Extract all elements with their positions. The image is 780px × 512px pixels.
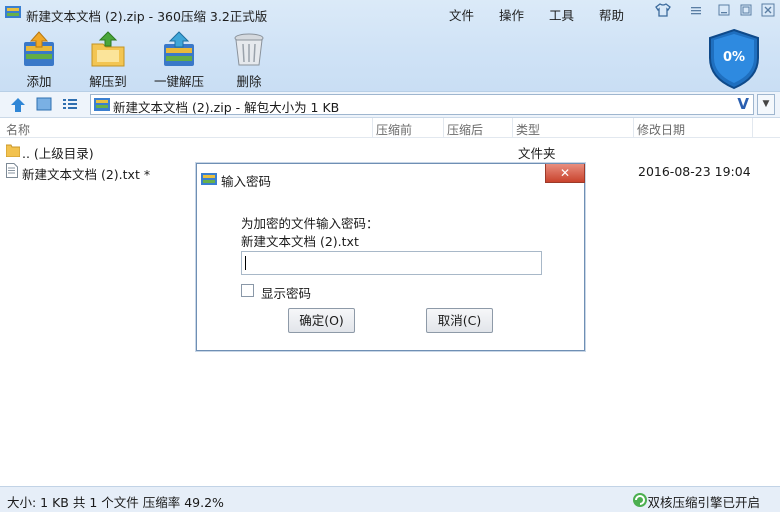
skin-shirt-icon[interactable] xyxy=(653,3,673,19)
up-arrow-icon[interactable] xyxy=(9,96,27,114)
address-field[interactable]: 新建文本文档 (2).zip - 解包大小为 1 KB V xyxy=(90,94,754,115)
menu-help[interactable]: 帮助 xyxy=(599,5,624,24)
zip-file-icon xyxy=(94,98,110,111)
menu-operate[interactable]: 操作 xyxy=(499,5,524,24)
extract-to-label: 解压到 xyxy=(89,74,127,89)
col-after-size[interactable]: 压缩后 xyxy=(447,121,483,138)
list-item[interactable]: .. (上级目录) 文件夹 xyxy=(0,140,780,161)
engine-status-text: 双核压缩引擎已开启 xyxy=(647,495,760,510)
text-caret xyxy=(245,256,246,270)
add-button-label: 添加 xyxy=(26,74,52,89)
title-toolbar-area: 新建文本文档 (2).zip - 360压缩 3.2正式版 文件 操作 工具 帮… xyxy=(0,0,780,92)
menu-file[interactable]: 文件 xyxy=(449,5,474,24)
one-click-extract-button[interactable]: 一键解压 xyxy=(144,30,214,90)
file-name: 新建文本文档 (2).txt * xyxy=(22,167,151,182)
dialog-titlebar[interactable]: 输入密码 ✕ xyxy=(197,164,585,192)
shield-percent: 0% xyxy=(722,50,746,65)
menu-dropdown-icon[interactable] xyxy=(686,3,706,19)
address-dropdown-button[interactable]: ▼ xyxy=(757,94,775,115)
col-type[interactable]: 类型 xyxy=(516,121,540,138)
delete-label: 删除 xyxy=(236,74,262,89)
extract-folder-icon xyxy=(89,30,127,68)
one-click-extract-icon xyxy=(160,30,198,68)
add-button[interactable]: 添加 xyxy=(4,30,74,90)
password-dialog: 输入密码 ✕ 为加密的文件输入密码： 新建文本文档 (2).txt 显示密码 确… xyxy=(196,163,585,351)
file-date: 2016-08-23 19:04 xyxy=(638,164,751,179)
large-icons-view-icon[interactable] xyxy=(36,97,52,112)
menu-tools[interactable]: 工具 xyxy=(549,5,574,24)
dialog-title: 输入密码 xyxy=(221,174,272,189)
address-path: 新建文本文档 (2).zip - 解包大小为 1 KB xyxy=(113,100,340,115)
status-bar: 大小: 1 KB 共 1 个文件 压缩率 49.2% 双核压缩引擎已开启 xyxy=(0,486,780,512)
password-input[interactable] xyxy=(241,251,542,275)
one-click-extract-label: 一键解压 xyxy=(153,74,204,89)
close-window-icon[interactable] xyxy=(758,3,778,19)
chevron-down-icon: ▼ xyxy=(762,99,770,109)
ok-button[interactable]: 确定(O) xyxy=(288,308,355,333)
app-logo-icon xyxy=(201,173,217,185)
folder-icon xyxy=(6,144,20,157)
dialog-message: 为加密的文件输入密码： xyxy=(241,216,379,231)
delete-button[interactable]: 删除 xyxy=(214,30,284,90)
extract-to-button[interactable]: 解压到 xyxy=(73,30,143,90)
status-summary: 大小: 1 KB 共 1 个文件 压缩率 49.2% xyxy=(7,495,224,510)
file-list-header: 名称 压缩前 压缩后 类型 修改日期 xyxy=(0,118,780,138)
dialog-close-button[interactable]: ✕ xyxy=(545,164,585,183)
col-modified[interactable]: 修改日期 xyxy=(637,121,685,138)
text-file-icon xyxy=(6,163,18,178)
dialog-filename: 新建文本文档 (2).txt xyxy=(241,234,359,249)
address-bar-row: 新建文本文档 (2).zip - 解包大小为 1 KB V ▼ xyxy=(0,92,780,118)
close-icon: ✕ xyxy=(559,166,571,180)
maximize-icon[interactable] xyxy=(736,3,756,19)
add-archive-icon xyxy=(20,30,58,68)
address-v-button[interactable]: V xyxy=(737,95,749,113)
cancel-button[interactable]: 取消(C) xyxy=(426,308,493,333)
minimize-icon[interactable] xyxy=(714,3,734,19)
details-view-icon[interactable] xyxy=(62,97,78,112)
show-password-checkbox[interactable] xyxy=(241,284,254,297)
window-title: 新建文本文档 (2).zip - 360压缩 3.2正式版 xyxy=(26,9,268,24)
file-name: .. (上级目录) xyxy=(22,146,94,161)
show-password-label[interactable]: 显示密码 xyxy=(261,283,311,302)
col-name[interactable]: 名称 xyxy=(6,121,30,138)
trash-bin-icon xyxy=(230,30,268,68)
security-shield-badge[interactable]: 0% xyxy=(706,28,762,90)
file-type: 文件夹 xyxy=(518,146,556,161)
engine-status-icon xyxy=(633,493,647,507)
app-logo-icon xyxy=(5,6,21,18)
col-before-size[interactable]: 压缩前 xyxy=(376,121,412,138)
